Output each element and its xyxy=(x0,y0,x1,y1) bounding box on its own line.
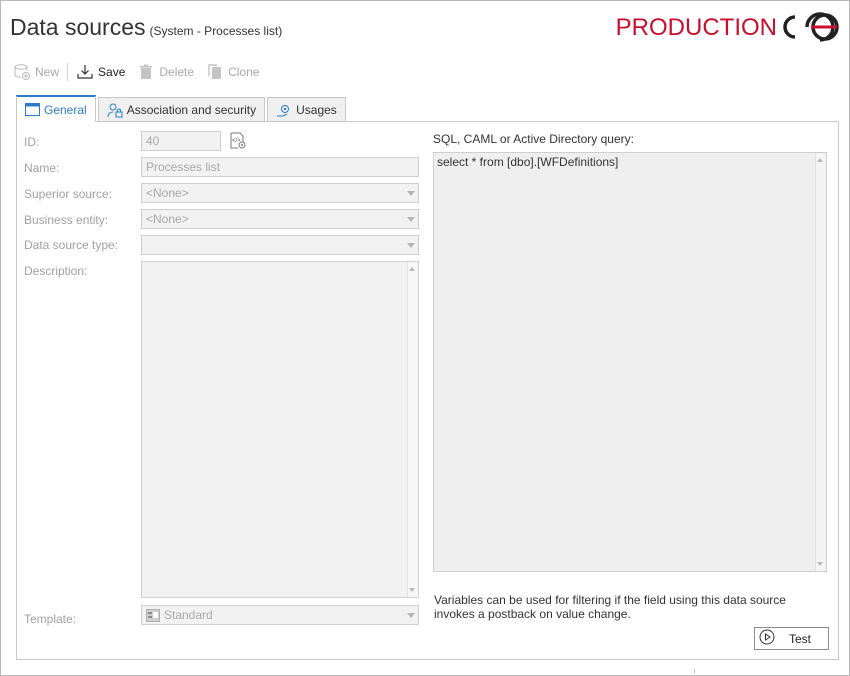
tab-general[interactable]: General xyxy=(16,95,96,122)
chevron-down-icon xyxy=(407,191,415,196)
environment-label: PRODUCTION xyxy=(615,14,777,41)
template-form-icon xyxy=(146,609,160,625)
toolbar-divider xyxy=(67,63,69,81)
superior-source-label: Superior source: xyxy=(24,187,113,201)
data-source-type-label: Data source type: xyxy=(24,238,119,252)
tab-strip: General Association and security Usages xyxy=(16,95,348,122)
clone-icon xyxy=(206,63,224,81)
scroll-up-icon[interactable] xyxy=(409,267,415,271)
query-label: SQL, CAML or Active Directory query: xyxy=(433,132,634,146)
chevron-down-icon xyxy=(407,613,415,618)
general-tab-panel: ID: 40 </> Name: Processes list Superior… xyxy=(16,121,839,660)
business-entity-value: <None> xyxy=(146,212,189,226)
superior-source-dropdown[interactable]: <None> xyxy=(141,183,419,203)
page-title: Data sources (System - Processes list) xyxy=(10,14,282,41)
toolbar: New Save Delete Clone xyxy=(13,61,271,83)
tab-association-label: Association and security xyxy=(126,103,257,117)
scroll-down-icon[interactable] xyxy=(409,588,415,592)
gear-hand-icon xyxy=(276,103,292,118)
page-title-text: Data sources xyxy=(10,14,146,40)
query-editor[interactable]: select * from [dbo].[WFDefinitions] xyxy=(433,152,827,572)
test-button[interactable]: Test xyxy=(754,627,829,650)
database-add-icon xyxy=(13,63,31,81)
description-scrollbar[interactable] xyxy=(407,262,418,597)
tab-usages-label: Usages xyxy=(296,103,337,117)
business-entity-label: Business entity: xyxy=(24,213,109,227)
new-button[interactable]: New xyxy=(13,63,59,81)
data-source-type-dropdown[interactable] xyxy=(141,235,419,255)
tab-general-label: General xyxy=(44,102,87,117)
description-label: Description: xyxy=(24,264,88,278)
query-hint-text: Variables can be used for filtering if t… xyxy=(434,593,786,621)
template-label: Template: xyxy=(24,612,77,626)
delete-button-label: Delete xyxy=(159,65,195,79)
name-field[interactable]: Processes list xyxy=(141,157,419,177)
new-button-label: New xyxy=(35,65,60,79)
resize-grip xyxy=(694,669,695,673)
id-label: ID: xyxy=(24,135,40,149)
window-icon xyxy=(25,103,40,116)
environment-badge: PRODUCTION xyxy=(616,11,843,45)
query-text: select * from [dbo].[WFDefinitions] xyxy=(437,155,619,169)
superior-source-value: <None> xyxy=(146,186,189,200)
template-dropdown[interactable]: Standard xyxy=(141,605,419,625)
scroll-up-icon[interactable] xyxy=(817,158,823,162)
business-entity-dropdown[interactable]: <None> xyxy=(141,209,419,229)
play-icon xyxy=(759,629,775,648)
chevron-down-icon xyxy=(407,243,415,248)
test-button-label: Test xyxy=(789,631,812,646)
query-scrollbar[interactable] xyxy=(815,153,826,571)
save-download-icon xyxy=(76,63,94,81)
clone-button-label: Clone xyxy=(228,65,260,79)
template-value: Standard xyxy=(164,608,213,622)
data-sources-window: Data sources (System - Processes list) PR… xyxy=(0,0,850,676)
scroll-down-icon[interactable] xyxy=(817,562,823,566)
user-lock-icon xyxy=(107,103,123,118)
save-button-label: Save xyxy=(98,65,126,79)
brand-logo-icon xyxy=(781,11,843,45)
description-textarea[interactable] xyxy=(141,261,419,598)
delete-button[interactable]: Delete xyxy=(137,63,194,81)
tab-usages[interactable]: Usages xyxy=(267,97,346,122)
id-field[interactable]: 40 xyxy=(141,131,221,151)
tab-association-security[interactable]: Association and security xyxy=(97,97,266,122)
code-settings-icon[interactable]: </> xyxy=(229,132,247,153)
clone-button[interactable]: Clone xyxy=(206,63,259,81)
name-label: Name: xyxy=(24,161,60,175)
page-subtitle: (System - Processes list) xyxy=(149,24,283,38)
chevron-down-icon xyxy=(407,217,415,222)
trash-icon xyxy=(137,63,155,81)
save-button[interactable]: Save xyxy=(76,63,125,81)
